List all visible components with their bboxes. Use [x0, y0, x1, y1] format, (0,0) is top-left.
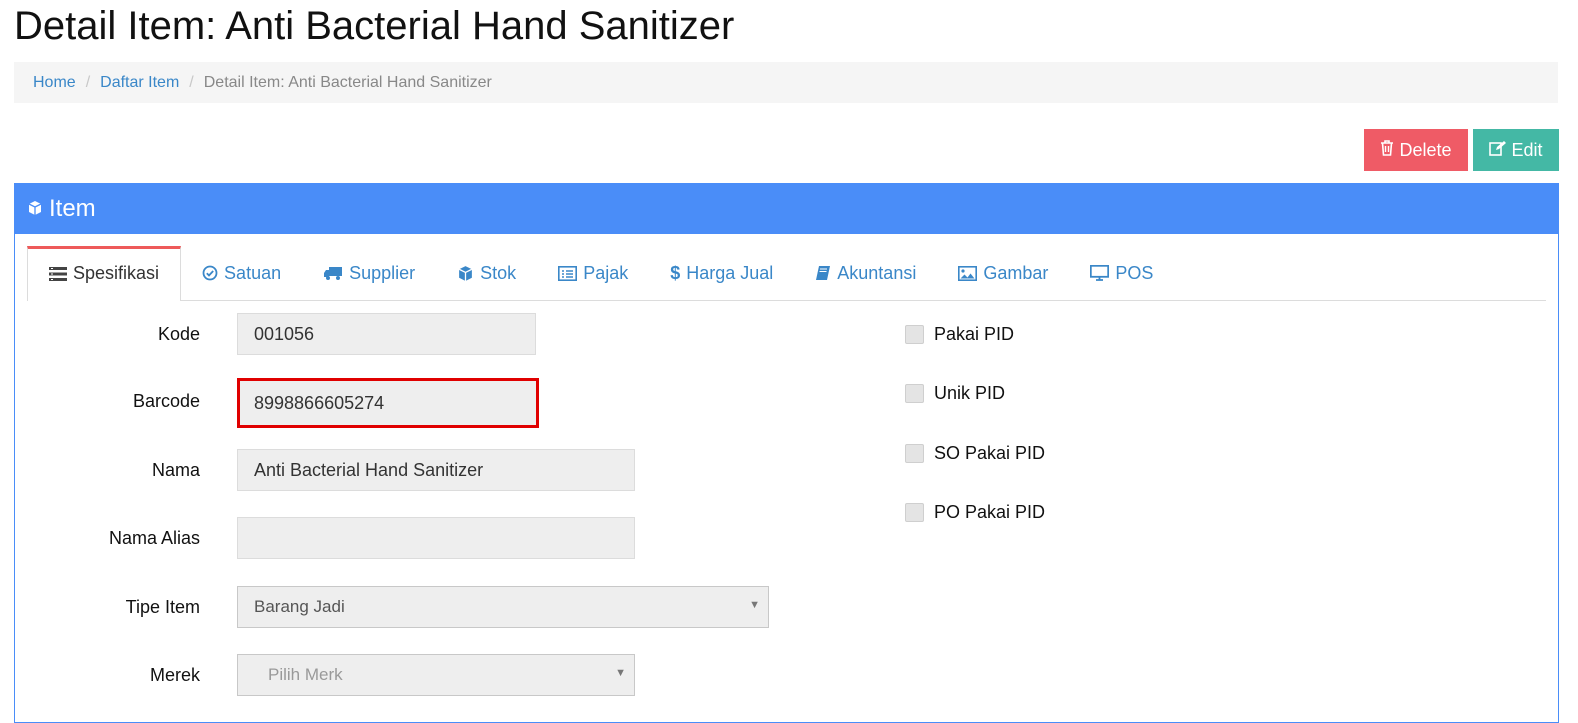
breadcrumb-current: Detail Item: Anti Bacterial Hand Sanitiz…: [203, 73, 492, 91]
tab-label: Spesifikasi: [73, 263, 160, 283]
tab-bar: Spesifikasi Satuan Supplier Stok Pajak $…: [27, 246, 1546, 301]
list-alt-icon: [558, 265, 578, 281]
tab-label: Harga Jual: [686, 262, 774, 283]
breadcrumb-daftar-item-link[interactable]: Daftar Item: [100, 74, 179, 92]
tab-gambar[interactable]: Gambar: [937, 246, 1069, 300]
tab-spesifikasi[interactable]: Spesifikasi: [27, 246, 182, 301]
tab-akuntansi[interactable]: Akuntansi: [794, 246, 937, 300]
nama-alias-label: Nama Alias: [108, 528, 200, 548]
breadcrumb-home-link[interactable]: Home: [33, 74, 76, 92]
nama-field[interactable]: Anti Bacterial Hand Sanitizer: [237, 449, 635, 491]
tab-pajak[interactable]: Pajak: [537, 246, 649, 300]
checkbox-label: SO Pakai PID: [934, 442, 1046, 463]
breadcrumb: Home / Daftar Item / Detail Item: Anti B…: [14, 62, 1558, 103]
panel-header: Item: [15, 184, 1558, 234]
tipe-item-value: Barang Jadi: [254, 597, 345, 616]
item-panel: Item Spesifikasi Satuan Supplier Stok Pa…: [14, 183, 1559, 723]
barcode-field[interactable]: 8998866605274: [237, 378, 539, 428]
tab-label: POS: [1115, 262, 1154, 283]
dollar-icon: $: [670, 262, 681, 283]
checkbox-unik-pid[interactable]: Unik PID: [905, 381, 1005, 405]
image-icon: [958, 265, 978, 281]
tab-label: Satuan: [224, 262, 282, 283]
delete-button-label: Delete: [1399, 139, 1452, 160]
checkbox-po-pakai-pid[interactable]: PO Pakai PID: [905, 500, 1045, 524]
tab-satuan[interactable]: Satuan: [181, 246, 302, 300]
tab-supplier[interactable]: Supplier: [302, 246, 436, 300]
cube-icon: [457, 265, 474, 282]
nama-label: Nama: [151, 460, 200, 480]
tab-pos[interactable]: POS: [1069, 246, 1174, 300]
checkbox-box[interactable]: [905, 383, 924, 403]
edit-icon: [1489, 140, 1507, 161]
checkbox-box[interactable]: [905, 443, 924, 463]
list-icon: [49, 266, 67, 281]
chevron-down-icon: ▼: [615, 667, 626, 679]
checkbox-box[interactable]: [905, 502, 924, 522]
tab-label: Pajak: [583, 262, 629, 283]
edit-button-label: Edit: [1511, 139, 1543, 160]
monitor-icon: [1090, 265, 1110, 281]
tab-stok[interactable]: Stok: [436, 246, 537, 300]
barcode-label: Barcode: [132, 391, 200, 411]
page-title: Detail Item: Anti Bacterial Hand Sanitiz…: [14, 4, 735, 48]
kode-label: Kode: [157, 324, 200, 344]
edit-button[interactable]: Edit: [1473, 129, 1559, 171]
tab-label: Stok: [480, 262, 517, 283]
truck-icon: [323, 266, 343, 281]
trash-icon: [1380, 139, 1394, 161]
chevron-down-icon: ▼: [749, 599, 760, 611]
checkbox-pakai-pid[interactable]: Pakai PID: [905, 322, 1014, 346]
merek-placeholder: Pilih Merk: [268, 665, 343, 684]
delete-button[interactable]: Delete: [1364, 129, 1468, 171]
tab-harga-jual[interactable]: $ Harga Jual: [649, 246, 794, 300]
checkbox-label: Unik PID: [934, 382, 1006, 403]
kode-field[interactable]: 001056: [237, 313, 536, 355]
tab-label: Akuntansi: [837, 262, 917, 283]
checkbox-so-pakai-pid[interactable]: SO Pakai PID: [905, 441, 1045, 465]
breadcrumb-separator: /: [189, 73, 194, 91]
merek-select[interactable]: Pilih Merk ▼: [237, 654, 635, 696]
tab-label: Gambar: [983, 262, 1049, 283]
tipe-item-label: Tipe Item: [125, 597, 200, 617]
nama-alias-field[interactable]: [237, 517, 635, 559]
cube-icon: [27, 195, 43, 223]
breadcrumb-separator: /: [85, 73, 91, 91]
merek-label: Merek: [149, 665, 200, 685]
checkbox-label: PO Pakai PID: [934, 501, 1046, 522]
book-icon: [815, 265, 831, 281]
tipe-item-select[interactable]: Barang Jadi ▼: [237, 586, 769, 628]
checkbox-box[interactable]: [905, 324, 924, 344]
panel-title: Item: [49, 195, 96, 222]
checkbox-label: Pakai PID: [934, 323, 1015, 344]
tab-label: Supplier: [349, 262, 416, 283]
check-circle-icon: [202, 265, 218, 281]
